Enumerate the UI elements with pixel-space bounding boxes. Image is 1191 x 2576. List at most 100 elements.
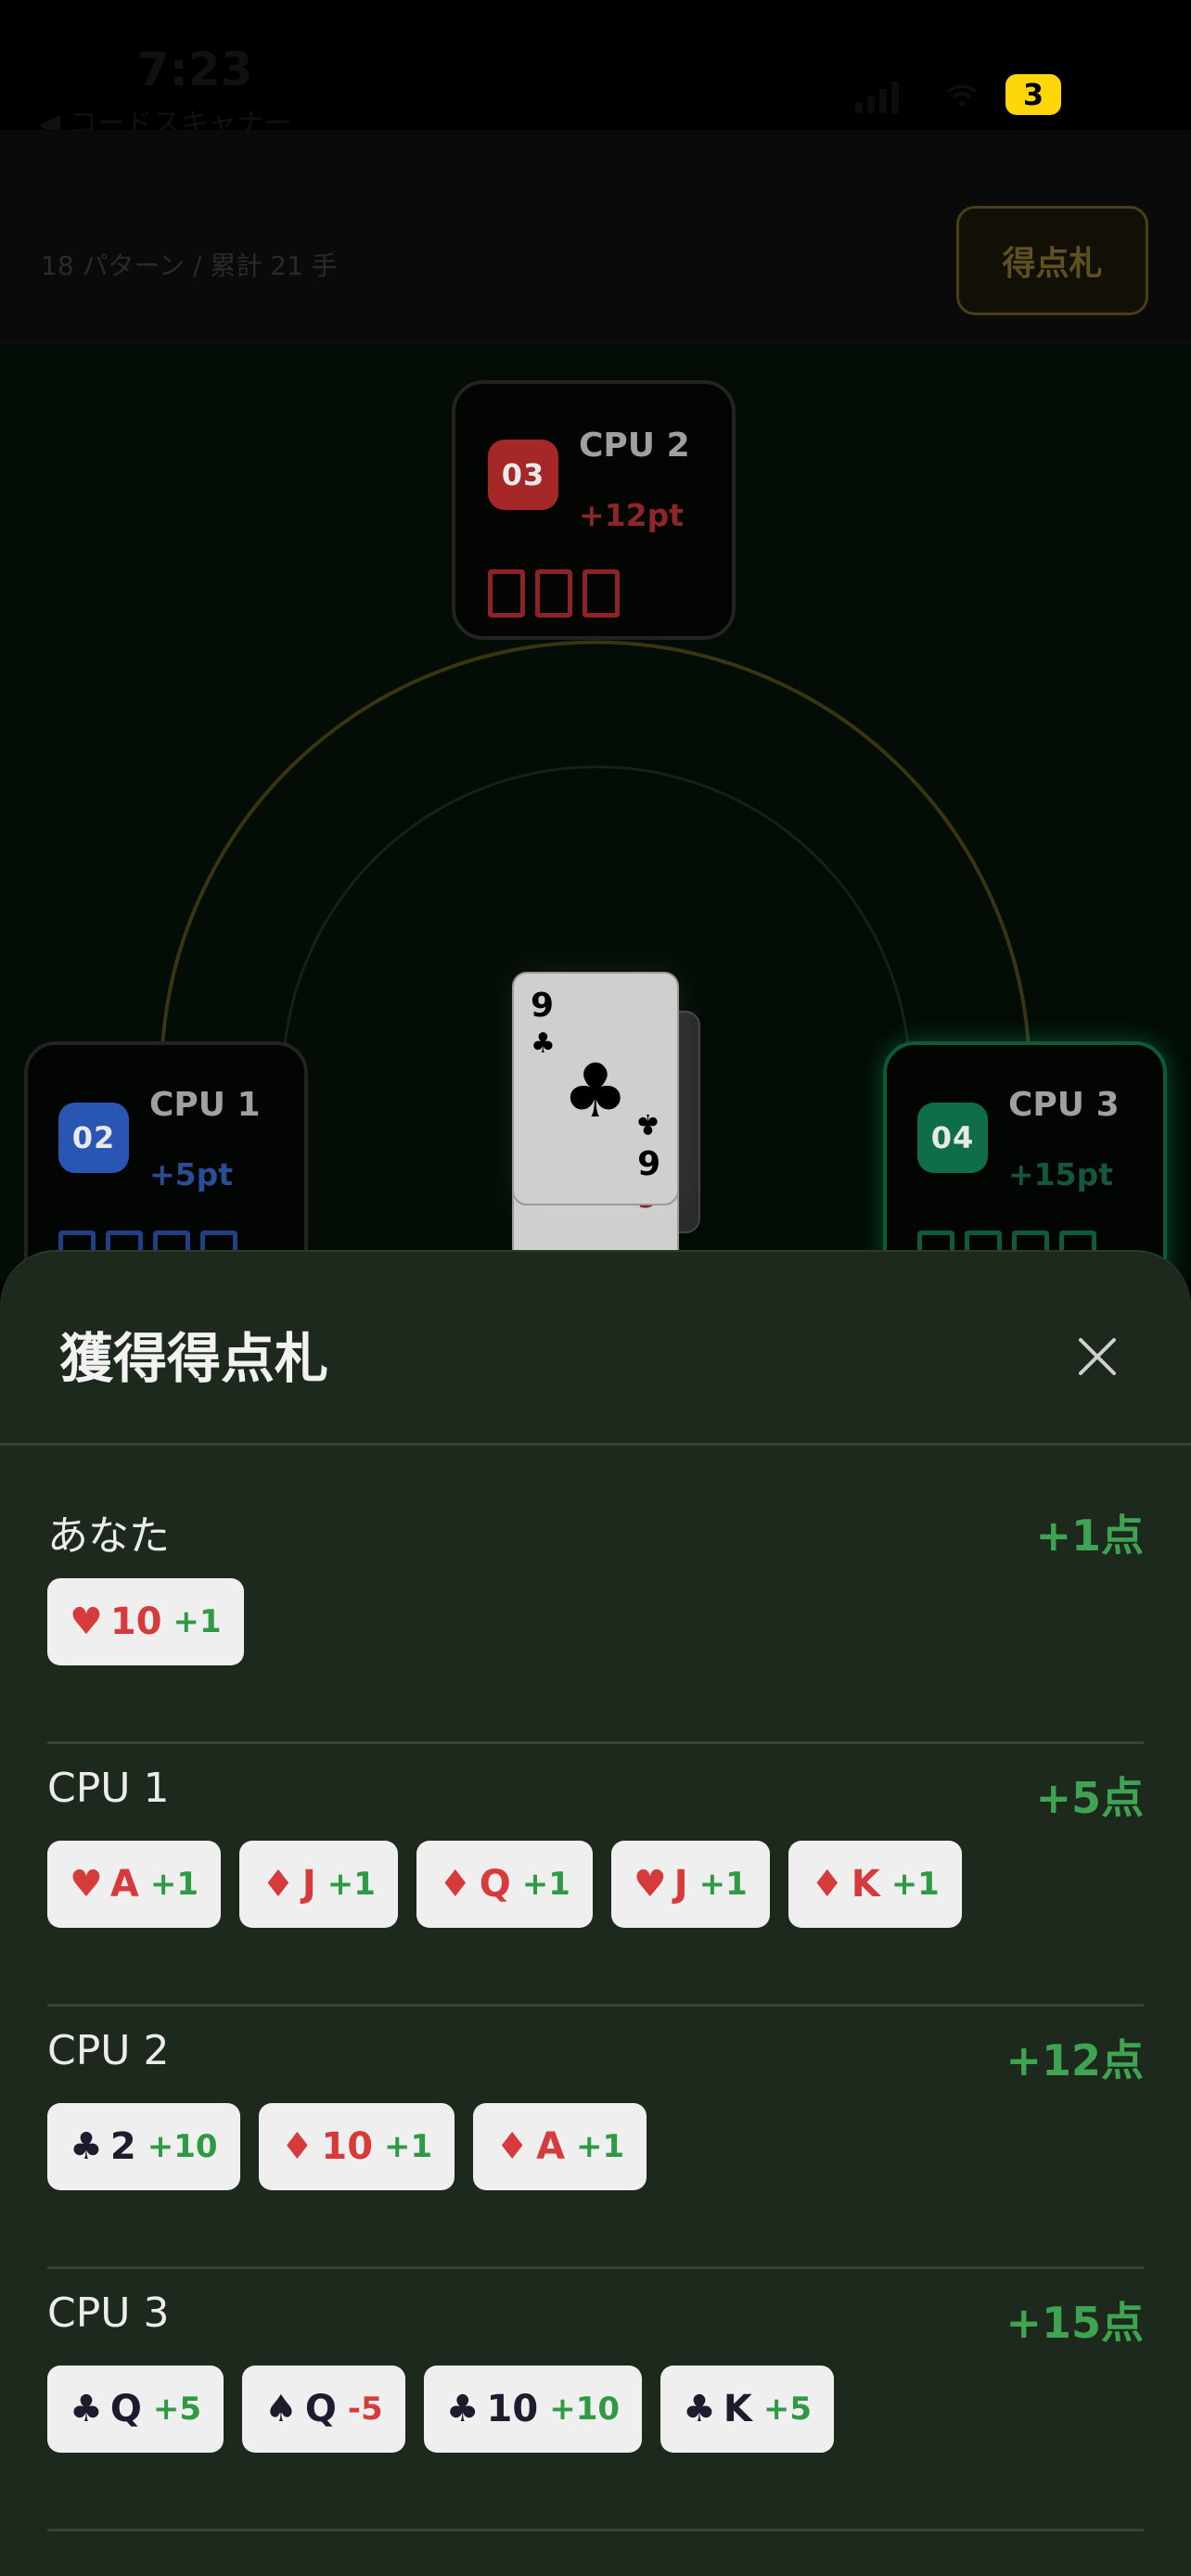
card-rank: J: [673, 1863, 688, 1906]
card-rank: 10: [109, 1600, 162, 1643]
diamond-icon: ♦: [810, 1863, 844, 1906]
score-card-chip[interactable]: ♦ J +1: [238, 1841, 398, 1928]
wifi-icon: [946, 84, 978, 108]
card-points: +5: [152, 2391, 202, 2428]
club-icon: ♣: [531, 1027, 556, 1060]
score-cards-button[interactable]: 得点札: [956, 206, 1148, 315]
card-points: +5: [762, 2391, 813, 2428]
status-time: 7:23: [137, 43, 253, 96]
played-card[interactable]: 9 ♣ ♣ ♣ 6: [512, 972, 679, 1205]
score-section-cpu2: CPU 2 +12点 ♣ 2 +10 ♦ 10 +1 ♦ A +1: [47, 2007, 1144, 2269]
player-cpu3[interactable]: 04 CPU 3 +15pt: [883, 1041, 1167, 1280]
card-rank: 9: [531, 987, 555, 1025]
diamond-icon: ♦: [280, 2125, 314, 2168]
section-player-name: CPU 1: [47, 1765, 170, 1812]
diamond-icon: ♦: [261, 1863, 295, 1906]
card-rank: K: [723, 2388, 752, 2430]
section-total: +1点: [1035, 1511, 1144, 1561]
player-name: CPU 2: [579, 427, 690, 465]
card-points: +1: [576, 2128, 625, 2165]
card-points: +1: [384, 2128, 433, 2165]
score-card-chip[interactable]: ♦ K +1: [788, 1841, 962, 1928]
card-rank: J: [301, 1863, 316, 1906]
section-player-name: CPU 3: [47, 2289, 170, 2337]
player-points: +12pt: [579, 497, 684, 533]
player-cpu1[interactable]: 02 CPU 1 +5pt: [24, 1041, 308, 1280]
sheet-title: 獲得得点札: [59, 1327, 329, 1390]
card-slot: [583, 569, 620, 618]
card-points: +1: [890, 1866, 940, 1903]
club-icon: ♣: [445, 2388, 480, 2430]
player-badge: 04: [917, 1103, 988, 1173]
club-icon: ♣: [70, 2388, 103, 2430]
card-points: +1: [149, 1866, 198, 1903]
diamond-icon: ♦: [438, 1863, 472, 1906]
score-section-cpu1: CPU 1 +5点 ♥ A +1 ♦ J +1 ♦ Q +1 ♥ J +1 ♦ K +1: [47, 1744, 1144, 2007]
card-points: -5: [347, 2391, 383, 2428]
card-rank: A: [109, 1863, 139, 1906]
card-slot: [488, 569, 525, 618]
score-section-you: あなた +1点 ♥ 10 +1: [47, 1482, 1144, 1744]
score-card-chip[interactable]: ♥ 10 +1: [47, 1578, 244, 1665]
score-card-chip[interactable]: ♥ A +1: [47, 1841, 221, 1928]
card-rank: Q: [109, 2388, 142, 2430]
score-card-chip[interactable]: ♦ Q +1: [416, 1841, 593, 1928]
section-total: +12点: [1005, 2035, 1144, 2085]
player-badge: 02: [58, 1103, 129, 1173]
card-points: +10: [147, 2128, 218, 2165]
card-rank: A: [536, 2125, 566, 2168]
club-icon: ♣: [562, 1048, 629, 1134]
card-chip-list: ♣ Q +5 ♠ Q -5 ♣ 10 +10 ♣ K +5: [47, 2366, 835, 2453]
card-points: +10: [549, 2391, 621, 2428]
divider: [0, 1443, 1191, 1446]
section-total: +5点: [1035, 1773, 1144, 1823]
score-card-chip[interactable]: ♥ J +1: [610, 1841, 770, 1928]
pattern-count: 18 パターン / 累計 21 手: [41, 250, 338, 281]
card-chip-list: ♣ 2 +10 ♦ 10 +1 ♦ A +1: [47, 2103, 647, 2190]
club-icon: ♣: [635, 1107, 660, 1140]
card-rank: 2: [109, 2125, 136, 2168]
player-badge: 03: [488, 440, 558, 510]
score-card-chip[interactable]: ♦ A +1: [473, 2103, 647, 2190]
card-chip-list: ♥ 10 +1: [47, 1578, 244, 1665]
section-player-name: あなた: [47, 1512, 170, 1560]
status-bar: 7:23 ◀ コードスキャナー 3: [0, 0, 1191, 140]
score-card-chip[interactable]: ♦ 10 +1: [258, 2103, 455, 2190]
close-icon[interactable]: [1067, 1326, 1128, 1387]
heart-icon: ♥: [633, 1863, 667, 1906]
cellular-signal-icon: [855, 80, 899, 113]
card-points: +1: [698, 1866, 748, 1903]
card-rank: K: [851, 1863, 880, 1906]
score-section-cpu3: CPU 3 +15点 ♣ Q +5 ♠ Q -5 ♣ 10 +10 ♣ K +5: [47, 2269, 1144, 2531]
card-rank: Q: [479, 1863, 511, 1906]
card-points: +1: [327, 1866, 376, 1903]
player-points: +5pt: [149, 1156, 234, 1192]
section-total: +15点: [1005, 2298, 1144, 2348]
diamond-icon: ♦: [495, 2125, 530, 2168]
score-card-chip[interactable]: ♣ K +5: [660, 2366, 835, 2453]
score-card-chip[interactable]: ♣ 2 +10: [47, 2103, 240, 2190]
card-rank: 6: [636, 1142, 660, 1180]
card-points: +1: [521, 1866, 570, 1903]
player-name: CPU 3: [1008, 1086, 1120, 1124]
game-header: 18 パターン / 累計 21 手 得点札: [0, 130, 1191, 343]
player-points: +15pt: [1008, 1156, 1113, 1192]
score-card-chip[interactable]: ♠ Q -5: [242, 2366, 405, 2453]
spade-icon: ♠: [264, 2388, 298, 2430]
card-slots: [488, 569, 620, 618]
card-rank: 10: [486, 2388, 539, 2430]
score-card-chip[interactable]: ♣ Q +5: [47, 2366, 224, 2453]
battery-icon: 3: [1005, 74, 1061, 115]
score-card-chip[interactable]: ♣ 10 +10: [423, 2366, 643, 2453]
card-rank: 10: [321, 2125, 374, 2168]
card-rank: Q: [304, 2388, 337, 2430]
card-slot: [535, 569, 572, 618]
club-icon: ♣: [70, 2125, 103, 2168]
club-icon: ♣: [683, 2388, 716, 2430]
section-player-name: CPU 2: [47, 2027, 170, 2074]
score-cards-sheet: 獲得得点札 あなた +1点 ♥ 10 +1 CPU 1 +5点 ♥ A +1 ♦ J +1 ♦ Q…: [0, 1250, 1191, 2576]
heart-icon: ♥: [70, 1600, 103, 1643]
card-points: +1: [173, 1603, 222, 1640]
card-chip-list: ♥ A +1 ♦ J +1 ♦ Q +1 ♥ J +1 ♦ K +1: [47, 1841, 962, 1928]
player-cpu2[interactable]: 03 CPU 2 +12pt: [452, 380, 736, 640]
